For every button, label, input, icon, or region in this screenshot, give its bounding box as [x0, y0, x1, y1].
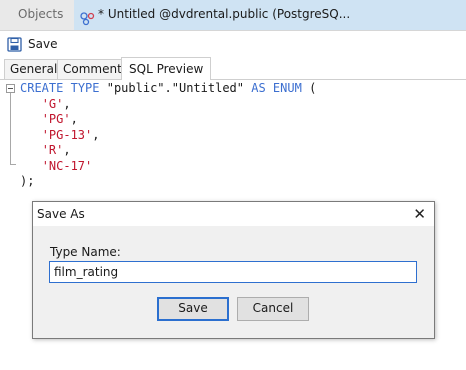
tab-comment[interactable]: Comment — [57, 59, 128, 79]
sql-enum-value: 'NC-17' — [41, 158, 93, 173]
type-name-input[interactable] — [49, 261, 417, 283]
sql-keyword: CREATE — [20, 81, 64, 95]
type-name-label: Type Name: — [50, 245, 121, 259]
sql-keyword: AS ENUM — [251, 81, 302, 95]
save-as-dialog: Save As ✕ Type Name: Save Cancel — [32, 201, 435, 339]
sql-enum-value: 'PG-13' — [41, 127, 93, 142]
sql-keyword: TYPE — [70, 81, 100, 95]
sql-identifier: "public"."Untitled" — [106, 81, 245, 95]
toolbar: Save — [0, 31, 466, 57]
dialog-title: Save As — [37, 207, 85, 221]
sql-paren: ( — [309, 81, 317, 95]
save-icon — [7, 36, 22, 52]
tab-bar: Objects * Untitled @dvdrental.public (Po… — [0, 0, 466, 31]
save-button[interactable]: Save — [157, 297, 229, 321]
sql-enum-value: 'R' — [41, 143, 64, 157]
fold-guide-end — [10, 164, 16, 165]
tab-sql-preview[interactable]: SQL Preview — [121, 57, 212, 80]
sql-enum-value: 'PG' — [41, 112, 71, 126]
fold-guide — [10, 93, 11, 164]
sql-enum-value: 'G' — [41, 96, 64, 111]
dialog-titlebar: Save As ✕ — [33, 202, 434, 226]
tab-untitled-label: * Untitled @dvdrental.public (PostgreSQ.… — [98, 7, 351, 21]
tab-general[interactable]: General — [4, 59, 64, 79]
tab-objects[interactable]: Objects — [0, 0, 80, 30]
cancel-button[interactable]: Cancel — [237, 297, 309, 321]
tab-untitled-type[interactable]: * Untitled @dvdrental.public (PostgreSQ.… — [74, 0, 466, 30]
editor-subtabs: General Comment SQL Preview — [0, 57, 466, 80]
fold-collapse-icon[interactable] — [6, 84, 15, 93]
enum-type-icon — [80, 8, 96, 25]
sql-code: CREATE TYPE "public"."Untitled" AS ENUM … — [20, 81, 317, 188]
sql-close: ); — [20, 174, 35, 188]
save-toolbar-button[interactable]: Save — [7, 35, 57, 53]
save-toolbar-label: Save — [28, 37, 58, 51]
close-icon[interactable]: ✕ — [413, 205, 426, 223]
